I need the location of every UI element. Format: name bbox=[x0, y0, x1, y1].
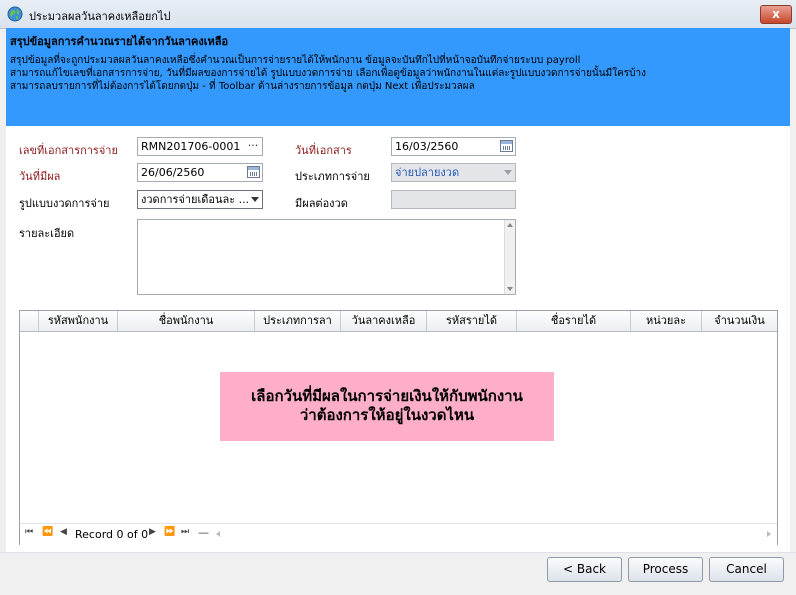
doc-no-label: เลขที่เอกสารการจ่าย bbox=[19, 144, 118, 157]
pay-type-value: จ่ายปลายงวด bbox=[395, 166, 460, 179]
chevron-down-icon[interactable] bbox=[251, 197, 259, 202]
previous-record-icon[interactable]: ◀ bbox=[60, 527, 67, 537]
column-header[interactable]: ชื่อพนักงาน bbox=[118, 311, 255, 331]
previous-page-icon[interactable]: ⏪ bbox=[42, 527, 53, 537]
scroll-right-icon[interactable] bbox=[767, 531, 771, 537]
details-scrollbar[interactable] bbox=[504, 220, 515, 294]
effective-period-label: มีผลต่องวด bbox=[295, 197, 348, 210]
app-globe-icon bbox=[7, 6, 23, 22]
scroll-left-icon[interactable] bbox=[216, 531, 220, 537]
pay-type-select: จ่ายปลายงวด bbox=[391, 163, 516, 182]
effective-date-value: 26/06/2560 bbox=[141, 166, 205, 179]
last-record-icon[interactable]: ⏭ bbox=[181, 527, 189, 537]
pay-type-label: ประเภทการจ่าย bbox=[295, 170, 370, 183]
first-record-icon[interactable]: ⏮ bbox=[25, 527, 33, 537]
banner-title: สรุปข้อมูลการคำนวณรายได้จากวันลาคงเหลือ bbox=[10, 35, 229, 48]
back-button[interactable]: < Back bbox=[547, 557, 622, 582]
doc-no-field[interactable]: RMN201706-0001 ··· bbox=[137, 137, 263, 156]
banner-line-2: สามารถแก้ไขเลขที่เอกสารการจ่าย, วันที่มี… bbox=[10, 68, 646, 79]
grid-header: รหัสพนักงาน ชื่อพนักงาน ประเภทการลา วันล… bbox=[20, 311, 777, 332]
doc-date-value: 16/03/2560 bbox=[395, 140, 459, 153]
scroll-up-icon[interactable] bbox=[507, 223, 513, 227]
banner-description: สรุปข้อมูลที่จะถูกประมวลผลวันลาคงเหลือซึ… bbox=[10, 54, 780, 93]
next-page-icon[interactable]: ⏩ bbox=[164, 527, 175, 537]
title-bar: ประมวลผลวันลาคงเหลือยกไป x bbox=[0, 0, 796, 29]
employee-grid[interactable]: รหัสพนักงาน ชื่อพนักงาน ประเภทการลา วันล… bbox=[19, 310, 778, 545]
details-textarea[interactable] bbox=[137, 219, 516, 295]
banner-line-3: สามารถลบรายการที่ไม่ต้องการได้โดยกดปุ่ม … bbox=[10, 81, 475, 92]
details-label: รายละเอียด bbox=[19, 227, 75, 240]
next-record-icon[interactable]: ▶ bbox=[149, 527, 156, 537]
close-icon: x bbox=[772, 7, 780, 21]
column-header[interactable]: ประเภทการลา bbox=[255, 311, 341, 331]
horizontal-scrollbar[interactable] bbox=[216, 531, 771, 538]
period-format-label: รูปแบบงวดการจ่าย bbox=[19, 197, 110, 210]
chevron-down-icon bbox=[504, 170, 512, 175]
column-header[interactable]: จำนวนเงิน bbox=[702, 311, 777, 331]
column-header[interactable]: หน่วยละ bbox=[631, 311, 702, 331]
window-title: ประมวลผลวันลาคงเหลือยกไป bbox=[29, 10, 171, 23]
close-button[interactable]: x bbox=[760, 5, 792, 24]
period-format-select[interactable]: งวดการจ่ายเดือนละ ... bbox=[137, 190, 263, 209]
effective-date-label: วันที่มีผล bbox=[19, 170, 61, 183]
doc-date-field[interactable]: 16/03/2560 bbox=[391, 137, 516, 156]
calendar-icon[interactable] bbox=[500, 140, 513, 152]
column-header[interactable]: รหัสพนักงาน bbox=[39, 311, 118, 331]
scroll-down-icon[interactable] bbox=[507, 287, 513, 291]
grid-indicator-header bbox=[20, 311, 39, 331]
help-notice: เลือกวันที่มีผลในการจ่ายเงินให้กับพนักงา… bbox=[220, 372, 554, 441]
doc-no-value: RMN201706-0001 bbox=[141, 140, 241, 153]
calendar-icon[interactable] bbox=[247, 166, 260, 178]
notice-line-1: เลือกวันที่มีผลในการจ่ายเงินให้กับพนักงา… bbox=[251, 387, 523, 405]
doc-no-browse-button[interactable]: ··· bbox=[244, 138, 262, 155]
process-button[interactable]: Process bbox=[628, 557, 703, 582]
record-counter: Record 0 of 0 bbox=[75, 528, 149, 541]
banner-line-1: สรุปข้อมูลที่จะถูกประมวลผลวันลาคงเหลือซึ… bbox=[10, 55, 581, 66]
info-banner: สรุปข้อมูลการคำนวณรายได้จากวันลาคงเหลือ … bbox=[6, 28, 790, 126]
notice-line-2: ว่าต้องการให้อยู่ในงวดไหน bbox=[299, 406, 475, 424]
doc-date-label: วันที่เอกสาร bbox=[295, 144, 352, 157]
grid-navigator: ⏮ ⏪ ◀ Record 0 of 0 ▶ ⏩ ⏭ — bbox=[20, 523, 777, 545]
cancel-button[interactable]: Cancel bbox=[709, 557, 784, 582]
column-header[interactable]: รหัสรายได้ bbox=[427, 311, 517, 331]
column-header[interactable]: วันลาคงเหลือ bbox=[341, 311, 427, 331]
effective-date-field[interactable]: 26/06/2560 bbox=[137, 163, 263, 182]
effective-period-field bbox=[391, 190, 516, 209]
period-format-value: งวดการจ่ายเดือนละ ... bbox=[141, 193, 250, 206]
delete-record-icon[interactable]: — bbox=[198, 526, 209, 539]
column-header[interactable]: ชื่อรายได้ bbox=[517, 311, 631, 331]
